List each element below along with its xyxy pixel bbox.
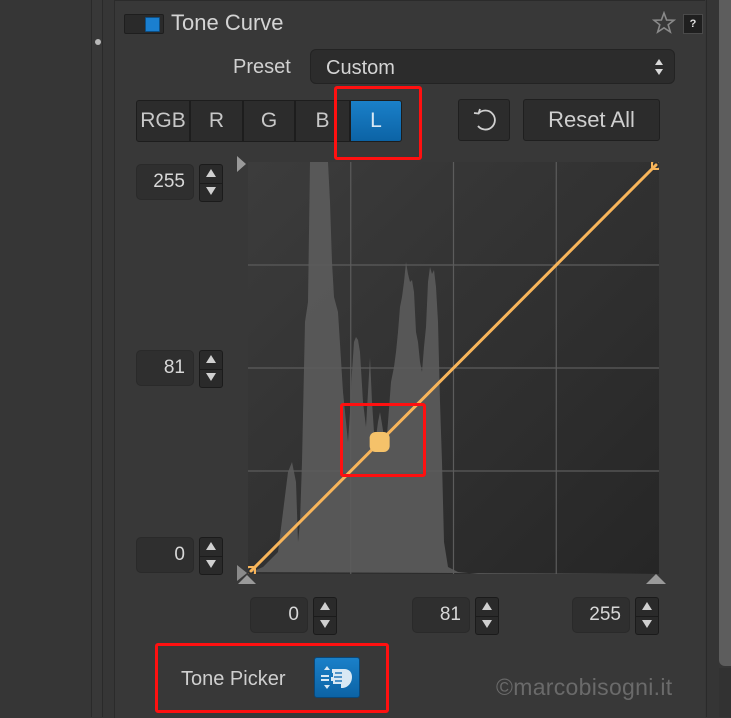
channel-b-button[interactable]: B: [295, 100, 350, 142]
stepper-up-icon[interactable]: [200, 165, 222, 184]
input-point-field[interactable]: 81: [412, 597, 470, 633]
channel-g-button[interactable]: G: [243, 100, 295, 142]
input-min-field[interactable]: 0: [250, 597, 308, 633]
stepper-up-icon[interactable]: [200, 538, 222, 557]
stepper-up-icon[interactable]: [314, 598, 336, 617]
preset-value: Custom: [326, 57, 395, 79]
tone-curve-graph[interactable]: [248, 162, 659, 574]
input-min-stepper[interactable]: [313, 597, 337, 635]
tone-picker-button[interactable]: [314, 657, 360, 698]
undo-icon: [473, 108, 496, 131]
output-max-marker[interactable]: [236, 155, 248, 173]
output-max-field[interactable]: 255: [136, 164, 194, 200]
stepper-down-icon[interactable]: [200, 369, 222, 387]
stepper-up-icon[interactable]: [476, 598, 498, 617]
channel-rgb-button[interactable]: RGB: [136, 100, 190, 142]
panel-splitter[interactable]: [92, 0, 103, 717]
input-max-field[interactable]: 255: [572, 597, 630, 633]
scrollbar[interactable]: [719, 0, 731, 666]
panel-title: Tone Curve: [171, 10, 284, 35]
input-point-stepper[interactable]: [475, 597, 499, 635]
panel-right-edge: [706, 0, 719, 717]
toggle-knob: [145, 17, 160, 32]
left-pane: [0, 0, 92, 717]
stepper-down-icon[interactable]: [636, 616, 658, 634]
stepper-up-icon[interactable]: [200, 351, 222, 370]
channel-r-button[interactable]: R: [190, 100, 243, 142]
watermark: ©marcobisogni.it: [496, 674, 673, 700]
tone-picker-label: Tone Picker: [181, 668, 286, 690]
stepper-down-icon[interactable]: [314, 616, 336, 634]
hand-picker-icon: [321, 666, 352, 689]
output-point-stepper[interactable]: [199, 350, 223, 388]
preset-label: Preset: [233, 56, 291, 78]
stepper-down-icon[interactable]: [476, 616, 498, 634]
output-min-field[interactable]: 0: [136, 537, 194, 573]
curve-point-selected[interactable]: [369, 432, 390, 453]
stepper-down-icon[interactable]: [200, 556, 222, 574]
input-max-stepper[interactable]: [635, 597, 659, 635]
stepper-down-icon[interactable]: [200, 183, 222, 201]
select-arrows-icon: [655, 59, 663, 75]
stepper-up-icon[interactable]: [636, 598, 658, 617]
preset-select[interactable]: Custom: [310, 49, 675, 84]
reset-all-button[interactable]: Reset All: [523, 99, 660, 141]
tone-curve-enable-toggle[interactable]: [124, 14, 164, 34]
star-icon[interactable]: [652, 11, 676, 35]
curve-canvas[interactable]: [248, 162, 659, 574]
output-point-field[interactable]: 81: [136, 350, 194, 386]
channel-l-button[interactable]: L: [350, 100, 402, 142]
scrollbar-bottom: [719, 668, 731, 717]
undo-button[interactable]: [458, 99, 510, 141]
output-min-stepper[interactable]: [199, 537, 223, 575]
help-button[interactable]: ?: [683, 14, 703, 34]
output-max-stepper[interactable]: [199, 164, 223, 202]
splitter-handle[interactable]: [95, 39, 101, 45]
white-point-marker[interactable]: [645, 573, 667, 585]
